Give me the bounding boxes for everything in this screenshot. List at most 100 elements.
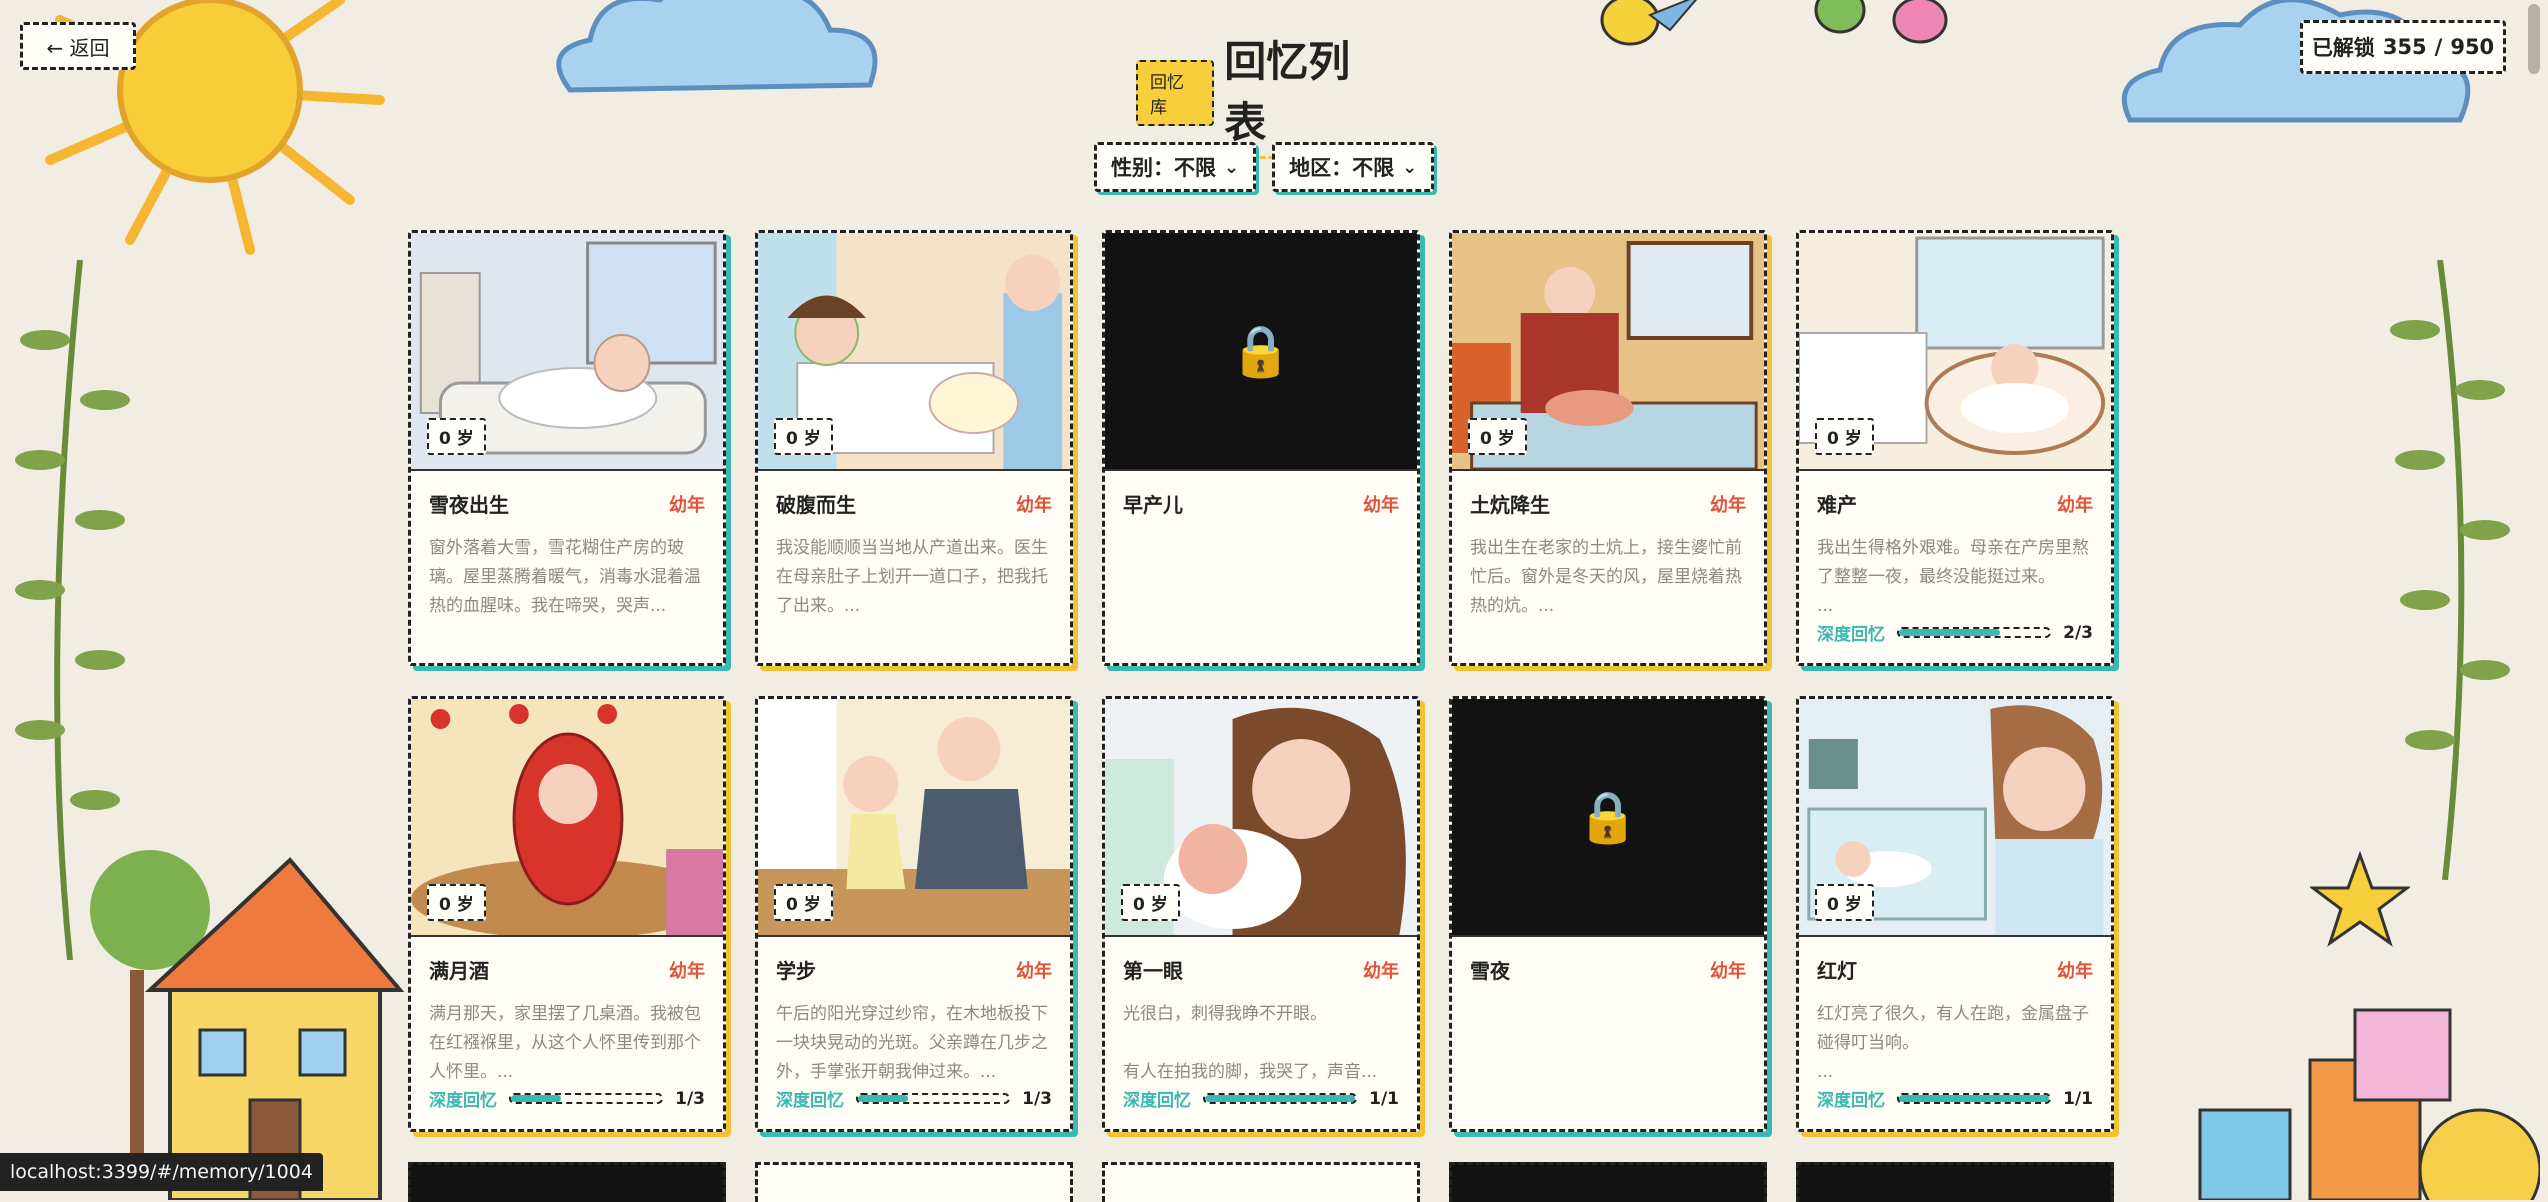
chevron-down-icon: ⌄ bbox=[1224, 156, 1240, 178]
card-meta: 第一眼 幼年光很白，刺得我睁不开眼。 有人在拍我的脚，我哭了，声音... bbox=[1105, 937, 1417, 1088]
memory-card[interactable]: 0 岁学步 幼年 午后的阳光穿过纱帘，在木地板投下一块块晃动的光斑。父亲蹲在几步之外… bbox=[755, 696, 1073, 1132]
memory-title: 早产儿 bbox=[1123, 493, 1183, 517]
unlocked-separator: / bbox=[2434, 35, 2443, 59]
memory-description: 满月那天，家里摆了几桌酒。我被包在红襁褓里，从这个人怀里传到那个人怀里。... bbox=[429, 1004, 701, 1082]
memory-title: 难产 bbox=[1817, 493, 1857, 517]
memory-thumbnail: 0 岁 bbox=[1799, 699, 2111, 937]
deep-memory-count: 1/3 bbox=[1022, 1088, 1052, 1109]
life-stage-label: 幼年 bbox=[1016, 960, 1052, 982]
progress-bar-fill bbox=[1205, 1095, 1356, 1102]
deep-memory-count: 1/1 bbox=[2063, 1088, 2093, 1109]
birds-decoration bbox=[1600, 0, 1948, 46]
locked-thumbnail: 🔒 bbox=[1105, 233, 1417, 471]
age-badge: 0 岁 bbox=[774, 884, 833, 921]
progress-bar-fill bbox=[1899, 1095, 2050, 1102]
lock-icon: 🔒 bbox=[1229, 321, 1293, 380]
memory-card[interactable]: 🔒 雪夜 幼年 bbox=[1449, 696, 1767, 1132]
card-meta: 土炕降生 幼年 我出生在老家的土炕上，接生婆忙前忙后。窗外是冬天的风，屋里烧着热热的… bbox=[1452, 471, 1764, 622]
age-badge: 0 岁 bbox=[1121, 884, 1180, 921]
unlocked-counter: 已解锁 355 / 950 bbox=[2300, 20, 2506, 74]
memory-title: 破腹而生 bbox=[776, 493, 856, 517]
memory-card[interactable]: 0 岁满月酒 幼年满月那天，家里摆了几桌酒。我被包在红襁褓里，从这个人怀里传到那个… bbox=[408, 696, 726, 1132]
deep-memory-count: 1/1 bbox=[1369, 1088, 1399, 1109]
progress-bar-fill bbox=[511, 1095, 561, 1102]
locked-thumbnail: 🔒 bbox=[1452, 699, 1764, 937]
back-button[interactable]: ← 返回 bbox=[20, 22, 136, 70]
card-meta: 难产 幼年 我出生得格外艰难。母亲在产房里熬了整整一夜，最终没能挺过来。 ... bbox=[1799, 471, 2111, 622]
memory-title: 第一眼 bbox=[1123, 959, 1183, 983]
toy-blocks-decoration bbox=[2198, 1008, 2540, 1200]
star-decoration bbox=[2310, 850, 2410, 947]
cloud-decoration bbox=[556, 0, 878, 93]
age-badge: 0 岁 bbox=[427, 418, 486, 455]
memory-description: 午后的阳光穿过纱帘，在木地板投下一块块晃动的光斑。父亲蹲在几步之外，手掌张开朝我… bbox=[776, 1004, 1048, 1082]
progress-bar bbox=[1897, 1093, 2052, 1104]
life-stage-label: 幼年 bbox=[669, 494, 705, 516]
memory-thumbnail: 0 岁 bbox=[1799, 233, 2111, 471]
progress-bar bbox=[509, 1093, 664, 1104]
memory-card[interactable]: 🔒 早产儿 幼年 bbox=[1102, 230, 1420, 666]
progress-bar-fill bbox=[858, 1095, 908, 1102]
memory-description: 我出生在老家的土炕上，接生婆忙前忙后。窗外是冬天的风，屋里烧着热热的炕。... bbox=[1470, 538, 1742, 616]
scrollbar[interactable] bbox=[2528, 4, 2540, 74]
vine-decoration bbox=[2390, 260, 2510, 880]
memory-title: 雪夜 bbox=[1470, 959, 1510, 983]
page-title: 回忆列表 bbox=[1224, 28, 1390, 159]
next-row-partial bbox=[408, 1162, 2114, 1202]
memory-card-partial[interactable] bbox=[1449, 1162, 1767, 1202]
deep-memory-label: 深度回忆 bbox=[1817, 1091, 1885, 1111]
vine-decoration bbox=[15, 260, 130, 960]
card-meta: 满月酒 幼年满月那天，家里摆了几桌酒。我被包在红襁褓里，从这个人怀里传到那个人怀里… bbox=[411, 937, 723, 1088]
card-meta: 雪夜出生 幼年 窗外落着大雪，雪花糊住产房的玻璃。屋里蒸腾着暖气，消毒水混着温热的血… bbox=[411, 471, 723, 622]
life-stage-label: 幼年 bbox=[669, 960, 705, 982]
region-filter-label: 地区：不限 bbox=[1289, 156, 1395, 180]
unlocked-count: 355 bbox=[2382, 35, 2427, 59]
memory-card[interactable]: 0 岁雪夜出生 幼年 窗外落着大雪，雪花糊住产房的玻璃。屋里蒸腾着暖气，消毒水混着温… bbox=[408, 230, 726, 666]
memory-title: 雪夜出生 bbox=[429, 493, 509, 517]
age-badge: 0 岁 bbox=[774, 418, 833, 455]
memory-thumbnail: 0 岁 bbox=[1452, 233, 1764, 471]
age-badge: 0 岁 bbox=[427, 884, 486, 921]
memory-title: 满月酒 bbox=[429, 959, 489, 983]
memory-card[interactable]: 0 岁破腹而生 幼年 我没能顺顺当当地从产道出来。医生在母亲肚子上划开一道口子，把我… bbox=[755, 230, 1073, 666]
memory-title: 红灯 bbox=[1817, 959, 1857, 983]
age-badge: 0 岁 bbox=[1815, 418, 1874, 455]
memory-card[interactable]: 0 岁红灯 幼年 红灯亮了很久，有人在跑，金属盘子碰得叮当响。 ... 深度回忆 1/1 bbox=[1796, 696, 2114, 1132]
deep-memory-count: 2/3 bbox=[2063, 622, 2093, 643]
memory-card-partial[interactable] bbox=[755, 1162, 1073, 1202]
deep-memory-progress: 深度回忆 1/1 bbox=[1123, 1086, 1399, 1112]
life-stage-label: 幼年 bbox=[1016, 494, 1052, 516]
status-bar-url: localhost:3399/#/memory/1004 bbox=[0, 1153, 323, 1191]
memory-card[interactable]: 0 岁难产 幼年 我出生得格外艰难。母亲在产房里熬了整整一夜，最终没能挺过来。 ..… bbox=[1796, 230, 2114, 666]
memory-card-partial[interactable] bbox=[1102, 1162, 1420, 1202]
life-stage-label: 幼年 bbox=[1363, 960, 1399, 982]
card-meta: 早产儿 幼年 bbox=[1105, 471, 1417, 518]
life-stage-label: 幼年 bbox=[1710, 960, 1746, 982]
unlocked-label: 已解锁 bbox=[2311, 36, 2375, 60]
memory-grid: 0 岁雪夜出生 幼年 窗外落着大雪，雪花糊住产房的玻璃。屋里蒸腾着暖气，消毒水混着温… bbox=[408, 230, 2114, 1132]
deep-memory-label: 深度回忆 bbox=[1817, 625, 1885, 645]
memory-description: 光很白，刺得我睁不开眼。 有人在拍我的脚，我哭了，声音... bbox=[1123, 1004, 1378, 1082]
region-filter-dropdown[interactable]: 地区：不限 ⌄ bbox=[1272, 142, 1435, 192]
memory-card-partial[interactable] bbox=[408, 1162, 726, 1202]
card-meta: 破腹而生 幼年 我没能顺顺当当地从产道出来。医生在母亲肚子上划开一道口子，把我托了出… bbox=[758, 471, 1070, 622]
deep-memory-progress: 深度回忆 2/3 bbox=[1817, 620, 2093, 646]
life-stage-label: 幼年 bbox=[2057, 960, 2093, 982]
progress-bar bbox=[1897, 627, 2052, 638]
memory-card-partial[interactable] bbox=[1796, 1162, 2114, 1202]
deep-memory-label: 深度回忆 bbox=[776, 1091, 844, 1111]
house-decoration bbox=[90, 850, 405, 1200]
lock-icon: 🔒 bbox=[1576, 787, 1640, 846]
memory-thumbnail: 0 岁 bbox=[758, 699, 1070, 937]
memory-thumbnail: 0 岁 bbox=[758, 233, 1070, 471]
memory-thumbnail: 0 岁 bbox=[411, 233, 723, 471]
card-meta: 红灯 幼年 红灯亮了很久，有人在跑，金属盘子碰得叮当响。 ... bbox=[1799, 937, 2111, 1088]
card-meta: 雪夜 幼年 bbox=[1452, 937, 1764, 984]
gender-filter-label: 性别：不限 bbox=[1111, 156, 1216, 180]
gender-filter-dropdown[interactable]: 性别：不限 ⌄ bbox=[1094, 142, 1257, 192]
deep-memory-progress: 深度回忆 1/3 bbox=[776, 1086, 1052, 1112]
memory-card[interactable]: 0 岁土炕降生 幼年 我出生在老家的土炕上，接生婆忙前忙后。窗外是冬天的风，屋里烧着… bbox=[1449, 230, 1767, 666]
age-badge: 0 岁 bbox=[1468, 418, 1527, 455]
deep-memory-label: 深度回忆 bbox=[429, 1091, 497, 1111]
memory-card[interactable]: 0 岁第一眼 幼年光很白，刺得我睁不开眼。 有人在拍我的脚，我哭了，声音... 深度… bbox=[1102, 696, 1420, 1132]
